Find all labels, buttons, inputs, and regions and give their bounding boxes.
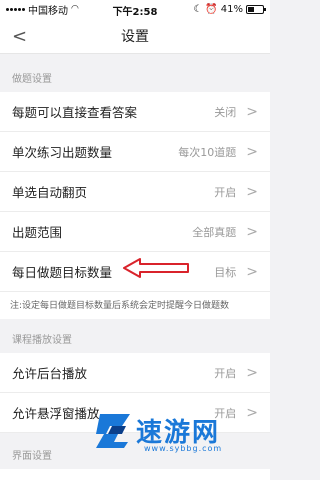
setting-value: 关闭 [214,105,237,119]
chevron-right-icon: > [246,143,258,160]
setting-label: 出题范围 [12,225,63,240]
setting-label: 每题可以直接查看答案 [12,105,138,120]
chevron-right-icon: > [246,103,258,120]
daily-goal-note: 注:设定每日做题目标数量后系统会定时提醒今日做题数 [0,292,270,319]
watermark: 速游网 www.sybbg.com [92,408,262,456]
alarm-icon: ⏰ [205,3,218,15]
watermark-logo-icon [96,414,130,448]
moon-icon: ☾ [193,3,203,15]
wifi-icon: ◠ [71,4,79,14]
chevron-right-icon: > [246,364,258,381]
setting-row-question-count[interactable]: 单次练习出题数量 每次10道题 > [0,132,270,172]
status-bar: 中国移动 ◠ 下午2:58 ☾ ⏰ 41% [0,0,270,18]
carrier-label: 中国移动 [28,5,68,17]
signal-icon [6,7,25,11]
setting-row-auto-page[interactable]: 单选自动翻页 开启 > [0,172,270,212]
back-icon[interactable]: < [12,26,27,47]
status-left: 中国移动 ◠ [6,2,79,17]
setting-value: 每次10道题 [178,145,237,159]
battery-percent: 41% [220,3,243,15]
section-header-playback: 课程播放设置 [12,335,72,346]
settings-group-quiz: 每题可以直接查看答案 关闭 > 单次练习出题数量 每次10道题 > 单选自动翻页… [0,92,270,319]
setting-row-background-play[interactable]: 允许后台播放 开启 > [0,353,270,393]
status-time: 下午2:58 [112,7,158,18]
battery-icon [246,4,266,14]
settings-group-interface [0,469,270,480]
status-right: ☾ ⏰ 41% [193,3,266,15]
setting-label: 允许后台播放 [12,366,88,381]
setting-row-show-answer[interactable]: 每题可以直接查看答案 关闭 > [0,92,270,132]
nav-bar: < 设置 [0,18,270,54]
setting-label: 单次练习出题数量 [12,145,113,160]
setting-label: 单选自动翻页 [12,185,88,200]
setting-value: 目标 [214,265,237,279]
setting-value: 开启 [214,185,237,199]
setting-value: 全部真题 [192,225,237,239]
section-header-quiz: 做题设置 [12,74,52,85]
watermark-url: www.sybbg.com [144,444,223,453]
page-title: 设置 [121,28,149,45]
chevron-right-icon: > [246,183,258,200]
chevron-right-icon: > [246,223,258,240]
setting-value: 开启 [214,366,237,380]
setting-row-question-scope[interactable]: 出题范围 全部真题 > [0,212,270,252]
red-arrow-annotation [123,258,189,278]
chevron-right-icon: > [246,263,258,280]
